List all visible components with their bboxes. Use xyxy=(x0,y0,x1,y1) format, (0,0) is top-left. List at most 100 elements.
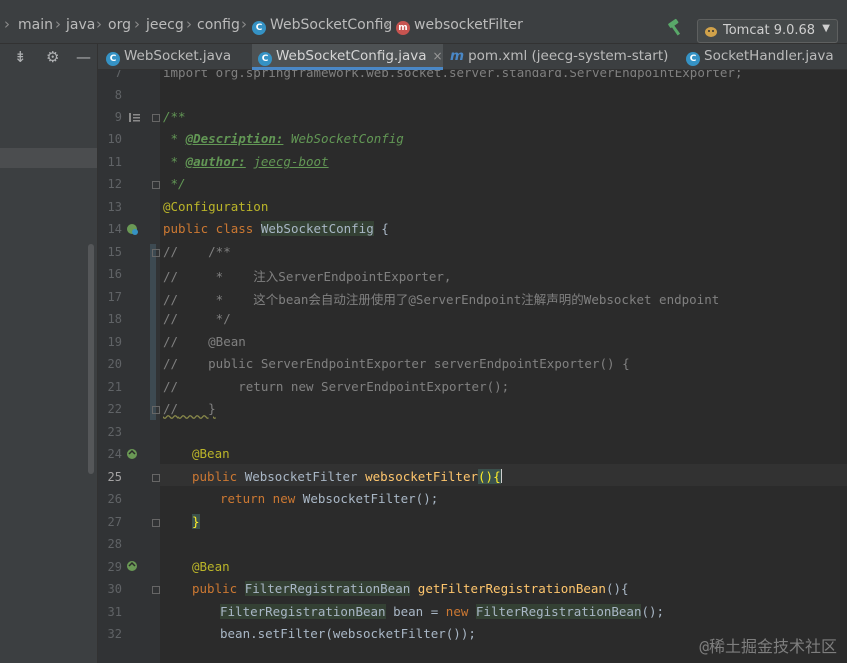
type-name: WebsocketFilter xyxy=(244,469,366,484)
keyword: new xyxy=(445,604,476,619)
doc-tag: @Description: xyxy=(185,131,284,146)
brace-match: } xyxy=(192,514,200,529)
maven-icon: m xyxy=(450,48,465,64)
tab-websocketconfig[interactable]: C WebSocketConfig.java × xyxy=(252,44,443,70)
code-text: (); xyxy=(641,604,665,619)
class-icon: C xyxy=(252,21,266,35)
chevron-right-icon: › xyxy=(96,15,102,33)
code-text: WebsocketFilter(); xyxy=(302,491,439,506)
code-line: // return new ServerEndpointExporter(); xyxy=(163,379,510,394)
code-area[interactable]: import org.springframework.web.socket.se… xyxy=(98,70,847,663)
doc-star: * xyxy=(163,131,186,146)
code-text: (){ xyxy=(605,581,629,596)
project-panel-scrollbar[interactable] xyxy=(88,244,94,474)
code-line: FilterRegistrationBean bean = new Filter… xyxy=(220,604,664,619)
tab-label: pom.xml (jeecg-system-start) xyxy=(468,48,669,64)
keyword: return new xyxy=(220,491,303,506)
code-line: @Configuration xyxy=(163,199,269,214)
run-configuration-label: Tomcat 9.0.68 xyxy=(723,23,816,38)
keyword: public class xyxy=(163,221,261,236)
gear-icon[interactable]: ⚙ xyxy=(46,48,59,66)
project-panel: ⇟ ⚙ — xyxy=(0,44,98,663)
paren-match: () xyxy=(478,469,494,484)
breadcrumb-java[interactable]: java xyxy=(66,17,95,33)
code-line: * @Description: WebSocketConfig xyxy=(163,131,404,146)
code-line: bean.setFilter(websocketFilter()); xyxy=(220,626,476,641)
class-icon: C xyxy=(686,52,700,66)
code-line: // */ xyxy=(163,311,231,326)
tab-label: SocketHandler.java xyxy=(704,48,834,64)
breadcrumb-jeecg[interactable]: jeecg xyxy=(146,17,184,33)
chevron-right-icon: › xyxy=(186,15,192,33)
code-line: public class WebSocketConfig { xyxy=(163,221,389,236)
code-line: * @author: jeecg-boot xyxy=(163,154,329,169)
chevron-down-icon: ▼ xyxy=(822,23,830,34)
code-line: public FilterRegistrationBean getFilterR… xyxy=(192,581,629,596)
brace-match: { xyxy=(493,469,501,484)
tomcat-icon xyxy=(705,27,717,37)
code-line: public WebsocketFilter websocketFilter()… xyxy=(192,469,502,484)
doc-text: WebSocketConfig xyxy=(283,131,404,146)
code-line: @Bean xyxy=(192,559,230,574)
code-line: @Bean xyxy=(192,446,230,461)
tab-label: WebSocket.java xyxy=(124,48,232,64)
type-name: FilterRegistrationBean xyxy=(220,604,386,619)
tab-websocket[interactable]: C WebSocket.java xyxy=(106,44,252,70)
code-line: return new WebsocketFilter(); xyxy=(220,491,438,506)
code-line: // * 这个bean会自动注册使用了@ServerEndpoint注解声明的W… xyxy=(163,292,720,307)
tab-sockethandler[interactable]: C SocketHandler.java xyxy=(686,44,847,70)
doc-tag: @author: xyxy=(185,154,246,169)
code-text: { xyxy=(373,221,389,236)
class-name: WebSocketConfig xyxy=(260,221,374,236)
navigation-bar: › main › java › org › jeecg › config › C… xyxy=(0,6,847,44)
code-text: bean = xyxy=(385,604,446,619)
breadcrumb-main[interactable]: main xyxy=(18,17,53,33)
chevron-right-icon: › xyxy=(134,15,140,33)
code-line: // @Bean xyxy=(163,334,246,349)
breadcrumb-method-label: websocketFilter xyxy=(414,17,523,33)
breadcrumb-org[interactable]: org xyxy=(108,17,131,33)
code-line: } xyxy=(192,514,200,529)
minimize-icon[interactable]: — xyxy=(76,48,91,66)
chevron-right-icon: › xyxy=(384,15,390,33)
class-icon: C xyxy=(106,52,120,66)
tab-pom-xml[interactable]: m pom.xml (jeecg-system-start) xyxy=(450,44,675,70)
doc-star: * xyxy=(163,154,186,169)
code-editor[interactable]: 7 8 9 10 11 12 13 14 15 16 17 18 19 20 2… xyxy=(98,70,847,663)
collapse-all-icon[interactable]: ⇟ xyxy=(14,48,27,66)
watermark: @稀土掘金技术社区 xyxy=(699,637,837,656)
project-tree-selected-row[interactable] xyxy=(0,148,97,168)
code-line: /** xyxy=(163,109,186,124)
code-line: // public ServerEndpointExporter serverE… xyxy=(163,356,630,371)
project-panel-toolbar: ⇟ ⚙ — xyxy=(0,44,98,70)
tab-label: WebSocketConfig.java xyxy=(276,48,427,64)
code-line: */ xyxy=(163,176,186,191)
run-configuration-dropdown[interactable]: Tomcat 9.0.68 ▼ xyxy=(697,19,838,43)
code-line: // /** xyxy=(163,244,231,259)
class-icon: C xyxy=(258,52,272,66)
chevron-right-icon: › xyxy=(4,15,10,33)
breadcrumb-class[interactable]: C WebSocketConfig xyxy=(252,17,392,35)
build-hammer-icon[interactable] xyxy=(666,18,686,36)
method-name: getFilterRegistrationBean xyxy=(417,581,606,596)
type-name: FilterRegistrationBean xyxy=(475,604,642,619)
code-text: // xyxy=(163,401,179,416)
doc-text: jeecg-boot xyxy=(253,154,329,169)
code-line: import org.springframework.web.socket.se… xyxy=(163,70,743,80)
breadcrumb-class-label: WebSocketConfig xyxy=(270,17,393,33)
editor-tab-bar: C WebSocket.java C WebSocketConfig.java × m… xyxy=(98,44,847,70)
type-name: FilterRegistrationBean xyxy=(244,581,411,596)
code-text: } xyxy=(178,401,216,416)
method-icon: m xyxy=(396,21,410,35)
text-caret xyxy=(500,469,502,483)
breadcrumb-method[interactable]: m websocketFilter xyxy=(396,17,523,35)
keyword: public xyxy=(192,469,245,484)
close-icon[interactable]: × xyxy=(433,49,443,63)
code-line: // * 注入ServerEndpointExporter, xyxy=(163,269,452,284)
method-name: websocketFilter xyxy=(365,469,478,484)
chevron-right-icon: › xyxy=(241,15,247,33)
breadcrumb-config[interactable]: config xyxy=(197,17,240,33)
code-line: // } xyxy=(163,401,216,416)
keyword: public xyxy=(192,581,245,596)
